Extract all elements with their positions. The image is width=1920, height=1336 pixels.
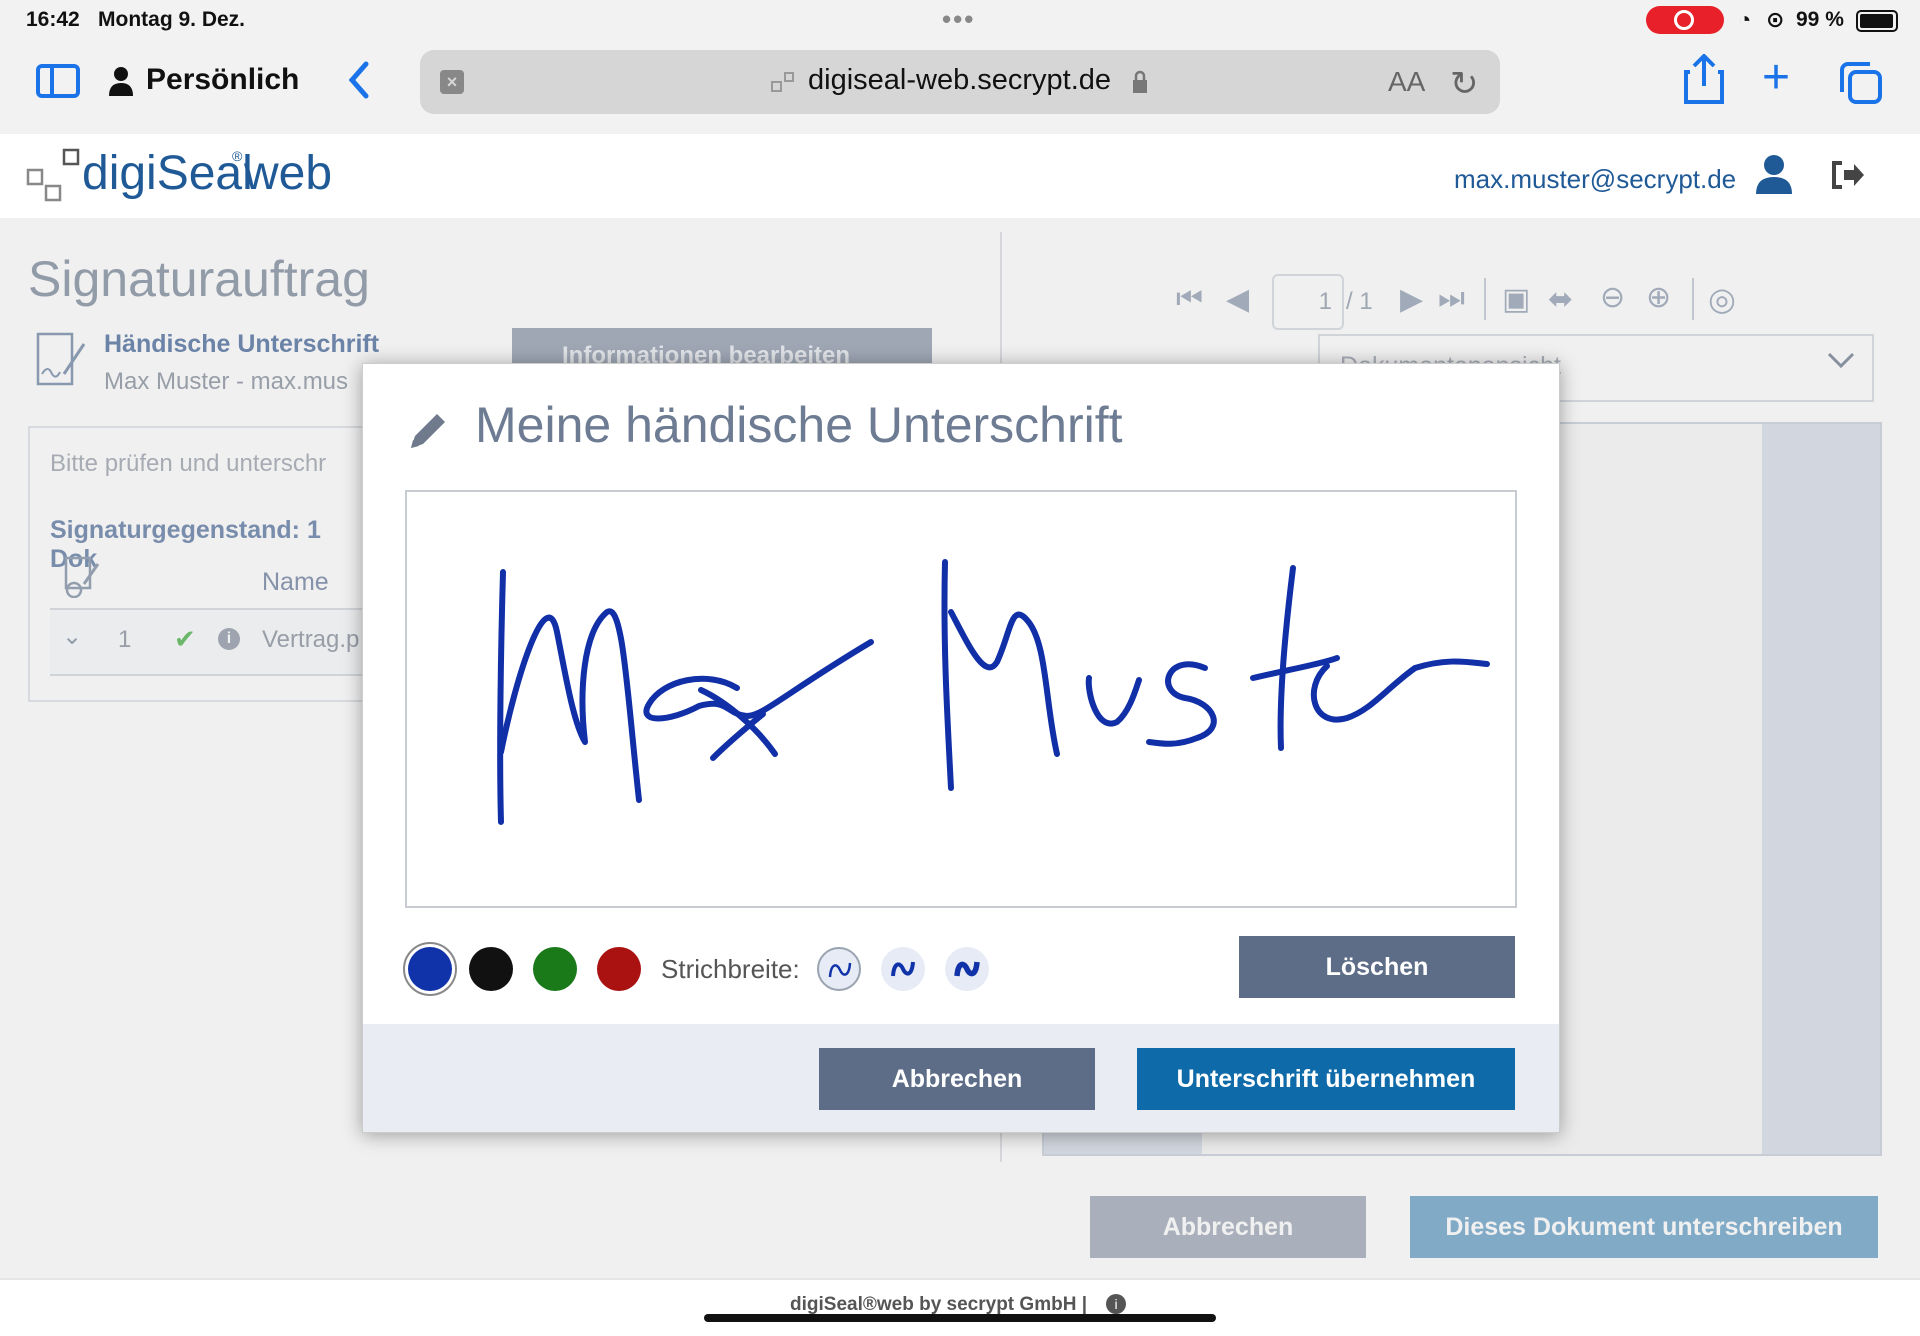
user-email[interactable]: max.muster@secrypt.de [1454,164,1736,195]
color-black-swatch[interactable] [469,947,513,991]
new-tab-icon[interactable]: + [1762,54,1790,102]
signature-dialog: Meine händische Unterschrift Strichbreit [362,363,1560,1133]
status-date: Montag 9. Dez. [98,8,246,31]
screen-recording-icon[interactable] [1646,6,1724,34]
profile-label[interactable]: Persönlich [146,63,299,97]
accept-signature-button[interactable]: Unterschrift übernehmen [1137,1048,1515,1110]
sidebar-toggle-icon[interactable] [36,64,80,98]
url-text[interactable]: digiseal-web.secrypt.de [808,64,1111,97]
stroke-medium-icon[interactable] [881,947,925,991]
back-icon[interactable] [346,60,370,105]
pencil-icon [405,408,451,459]
home-indicator[interactable] [704,1314,1216,1322]
clear-signature-button[interactable]: Löschen [1239,936,1515,998]
color-red-swatch[interactable] [597,947,641,991]
stroke-thick-icon[interactable] [945,947,989,991]
logout-icon[interactable] [1830,160,1866,195]
address-bar[interactable]: × digiseal-web.secrypt.de AA ↻ [420,50,1500,114]
share-icon[interactable] [1684,53,1724,109]
digiseal-logo-icon [26,148,82,207]
status-bar: 16:42 Montag 9. Dez. ••• ◔ ⊙ 99 % [0,0,1920,40]
battery-percent: 99 % [1796,8,1844,31]
user-icon[interactable] [1754,154,1794,199]
browser-toolbar: Persönlich × digiseal-web.secrypt.de AA … [0,40,1920,135]
color-blue-swatch[interactable] [408,947,452,991]
logo-suffix: web [244,147,333,200]
dialog-footer: Abbrechen Unterschrift übernehmen [363,1024,1559,1132]
dialog-title: Meine händische Unterschrift [475,397,1123,453]
battery-icon [1856,10,1898,32]
profile-icon [108,66,134,103]
site-favicon-icon [770,70,796,101]
logo-text: digiSeal [82,147,253,200]
footer: digiSeal®web by secrypt GmbH | i [0,1278,1920,1336]
lock-icon [1132,70,1148,99]
text-size-button[interactable]: AA [1388,66,1425,98]
stroke-thin-icon[interactable] [817,947,861,991]
tabs-overview-icon[interactable] [1838,60,1884,111]
color-green-swatch[interactable] [533,947,577,991]
stroke-width-label: Strichbreite: [661,954,800,984]
signature-canvas[interactable] [405,490,1517,908]
wifi-icon: ◔ [1738,7,1752,32]
reload-icon[interactable]: ↻ [1450,64,1479,104]
status-time: 16:42 [26,8,80,31]
close-tab-icon[interactable]: × [440,70,464,94]
app-header: digiSeal ® web max.muster@secrypt.de [0,134,1920,220]
footer-info-icon[interactable]: i [1106,1294,1126,1314]
dialog-cancel-button[interactable]: Abbrechen [819,1048,1095,1110]
signature-ink [497,559,1490,825]
footer-text: digiSeal®web by secrypt GmbH | [790,1294,1088,1315]
registered-mark: ® [232,148,243,164]
more-dots-icon[interactable]: ••• [942,4,975,35]
orientation-lock-icon: ⊙ [1766,7,1785,32]
